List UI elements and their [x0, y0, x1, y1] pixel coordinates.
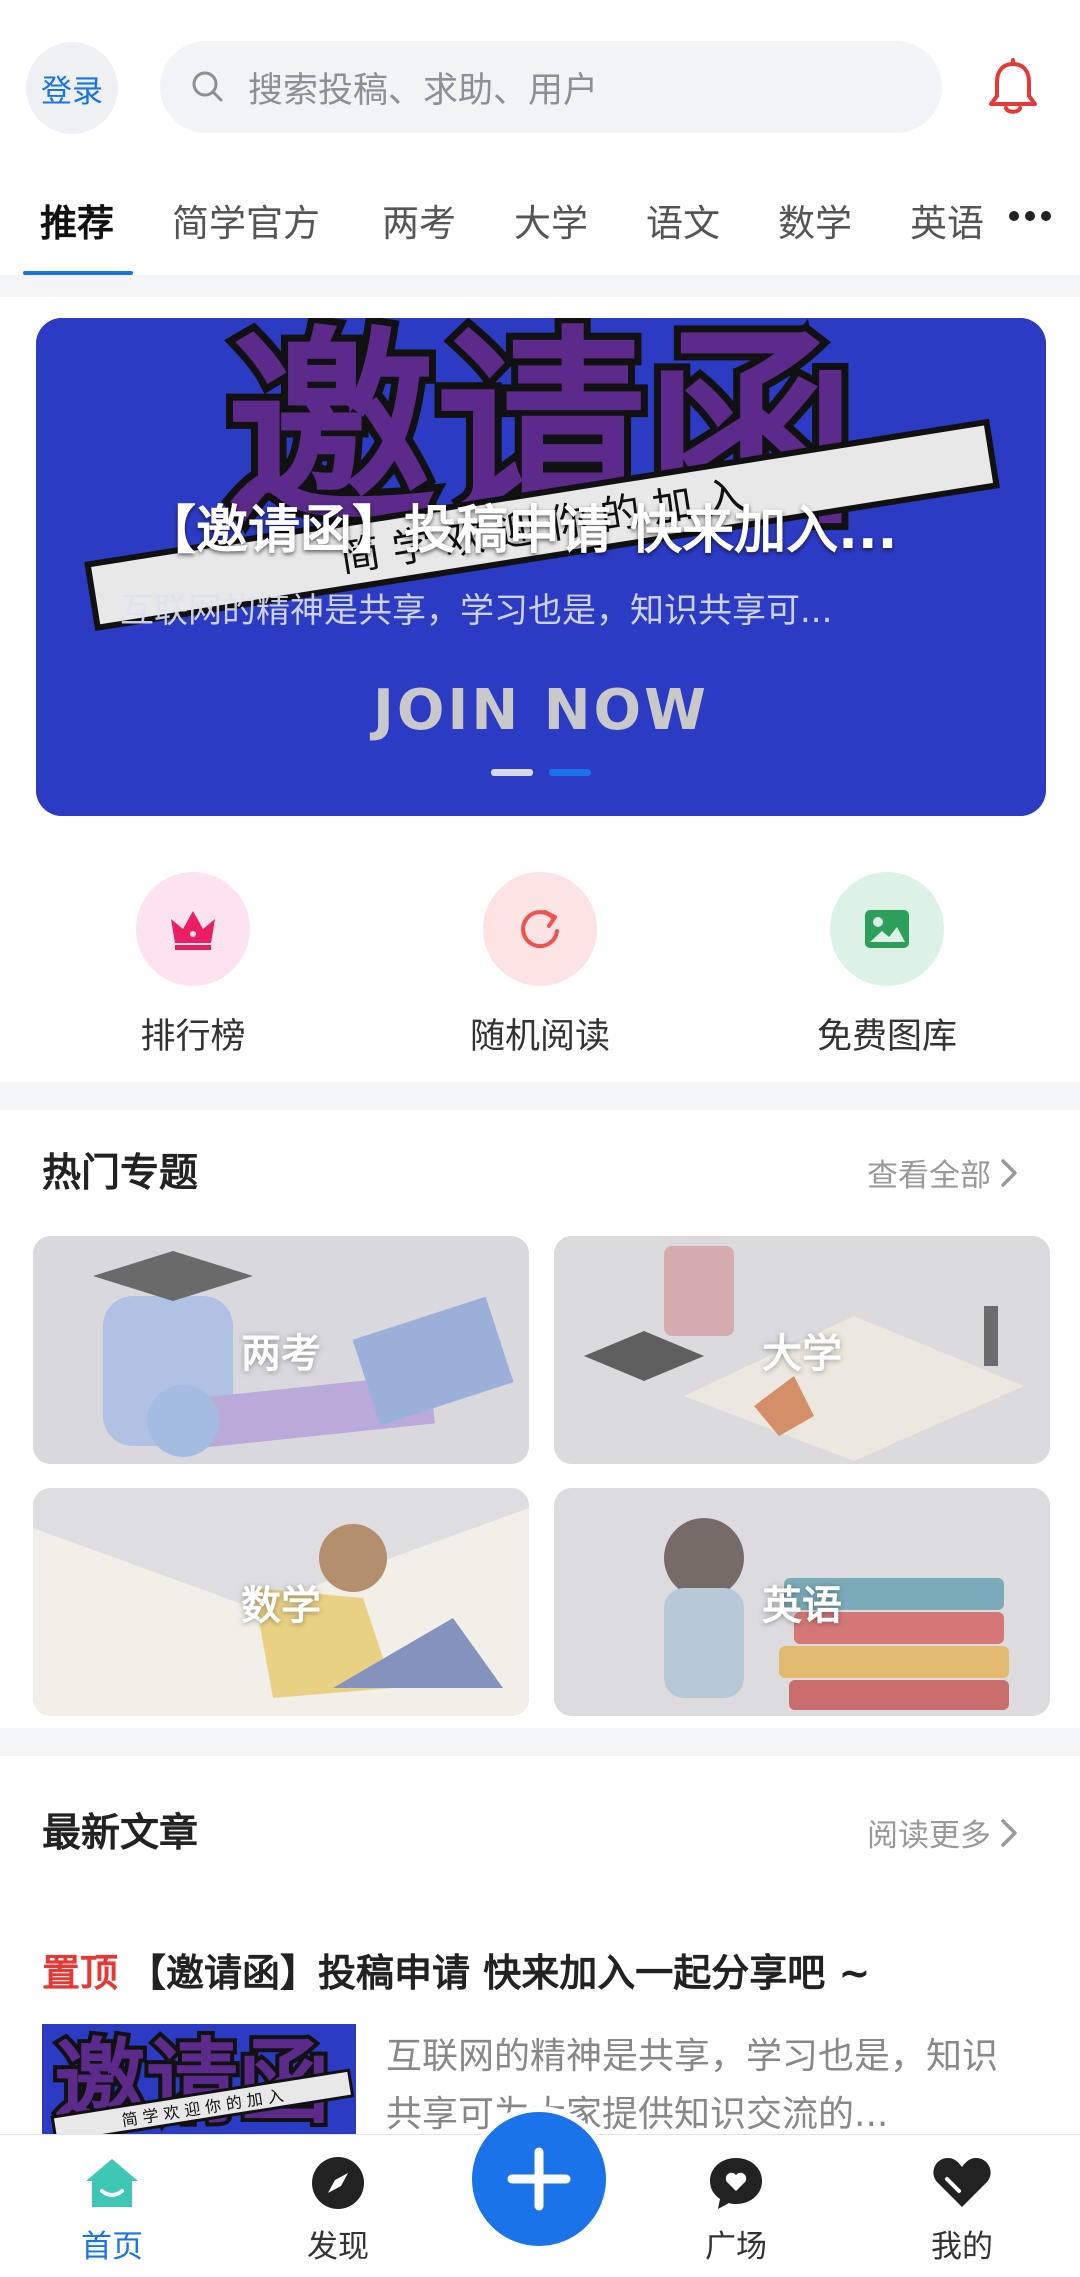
nav-label: 我的: [931, 2229, 993, 2265]
banner-join-text: JOIN NOW: [373, 678, 709, 743]
chevron-right-icon: [1001, 1158, 1017, 1187]
quick-entry-label: 免费图库: [816, 1017, 957, 1057]
tab-chinese[interactable]: 语文: [646, 193, 720, 247]
banner-title: 【邀请函】投稿申请 快来加入...: [144, 501, 898, 561]
carousel-dot[interactable]: [491, 769, 533, 776]
topic-card-english[interactable]: 英语: [554, 1488, 1050, 1716]
topic-card-label: 大学: [762, 1331, 842, 1377]
nav-discover[interactable]: 发现: [268, 2153, 408, 2266]
nav-label: 广场: [705, 2229, 767, 2265]
view-all-label: 查看全部: [867, 1158, 991, 1194]
nav-label: 首页: [81, 2229, 143, 2265]
hot-topics-title: 热门专题: [42, 1151, 199, 1196]
top-bar: 登录 搜索投稿、求助、用户: [0, 0, 1080, 175]
tab-liangkao[interactable]: 两考: [382, 193, 456, 247]
refresh-icon: [483, 872, 597, 986]
nav-mine[interactable]: 我的: [892, 2153, 1032, 2266]
tab-english[interactable]: 英语: [910, 193, 984, 247]
topic-card-label: 英语: [762, 1583, 842, 1629]
login-button[interactable]: 登录: [26, 42, 118, 134]
publish-button[interactable]: [466, 2106, 612, 2252]
article-excerpt: 互联网的精神是共享，学习也是，知识共享可为大家提供知识交流的...: [386, 2036, 999, 2135]
topic-card-university[interactable]: 大学: [554, 1236, 1050, 1464]
carousel-dot-active[interactable]: [549, 769, 591, 776]
bell-icon[interactable]: [985, 58, 1041, 118]
chevron-right-icon: [1001, 1818, 1017, 1847]
category-tabs: 推荐 简学官方 两考 大学 语文 数学 英语: [0, 175, 1080, 275]
topic-card-label: 数学: [241, 1583, 321, 1629]
tab-math[interactable]: 数学: [778, 193, 852, 247]
article-title[interactable]: 置顶 【邀请函】投稿申请 快来加入一起分享吧 ~: [42, 1942, 870, 1997]
crown-icon: [136, 872, 250, 986]
quick-entry-label: 随机阅读: [469, 1017, 610, 1057]
article-thumbnail[interactable]: 邀请函 简 学 欢 迎 你 的 加 入: [42, 2024, 356, 2134]
view-all-link[interactable]: 查看全部: [867, 1150, 1019, 1195]
quick-entry-label: 排行榜: [140, 1017, 246, 1057]
banner-subtitle: 互联网的精神是共享，学习也是，知识共享可...: [120, 591, 833, 631]
thumbnail-artwork: 邀请函 简 学 欢 迎 你 的 加 入: [42, 2024, 356, 2134]
plus-icon: [507, 2147, 571, 2211]
topic-card-liangkao[interactable]: 两考: [33, 1236, 529, 1464]
nav-label: 发现: [307, 2229, 369, 2265]
topic-card-label: 两考: [241, 1331, 321, 1377]
compass-icon: [312, 2157, 364, 2209]
search-bar[interactable]: 搜索投稿、求助、用户: [160, 41, 942, 133]
divider: [0, 275, 1080, 297]
banner-carousel[interactable]: 邀请函 简 学 欢 迎 你 的 加 入 【邀请函】投稿申请 快来加入... 互联…: [36, 318, 1046, 816]
read-more-label: 阅读更多: [867, 1818, 991, 1854]
tab-recommend[interactable]: 推荐: [40, 193, 114, 247]
quick-entry-gallery[interactable]: 免费图库: [762, 872, 1012, 1059]
image-icon: [830, 872, 944, 986]
read-more-link[interactable]: 阅读更多: [867, 1810, 1019, 1855]
quick-entry-random[interactable]: 随机阅读: [415, 872, 665, 1059]
chat-icon: [710, 2158, 762, 2209]
article-title-text: 【邀请函】投稿申请 快来加入一起分享吧 ~: [128, 1951, 871, 1995]
tab-university[interactable]: 大学: [514, 193, 588, 247]
more-dots-icon[interactable]: [1008, 206, 1052, 226]
heart-icon: [933, 2158, 991, 2207]
latest-articles-title: 最新文章: [42, 1811, 199, 1856]
search-icon: [192, 71, 223, 102]
topic-card-math[interactable]: 数学: [33, 1488, 529, 1716]
quick-entry-ranking[interactable]: 排行榜: [68, 872, 318, 1059]
divider: [0, 1082, 1080, 1110]
tab-official[interactable]: 简学官方: [172, 193, 320, 247]
search-placeholder: 搜索投稿、求助、用户: [248, 70, 599, 111]
home-icon: [86, 2159, 138, 2207]
divider: [0, 1728, 1080, 1756]
nav-square[interactable]: 广场: [666, 2153, 806, 2266]
nav-home[interactable]: 首页: [42, 2153, 182, 2266]
pinned-badge: 置顶: [42, 1951, 119, 1995]
